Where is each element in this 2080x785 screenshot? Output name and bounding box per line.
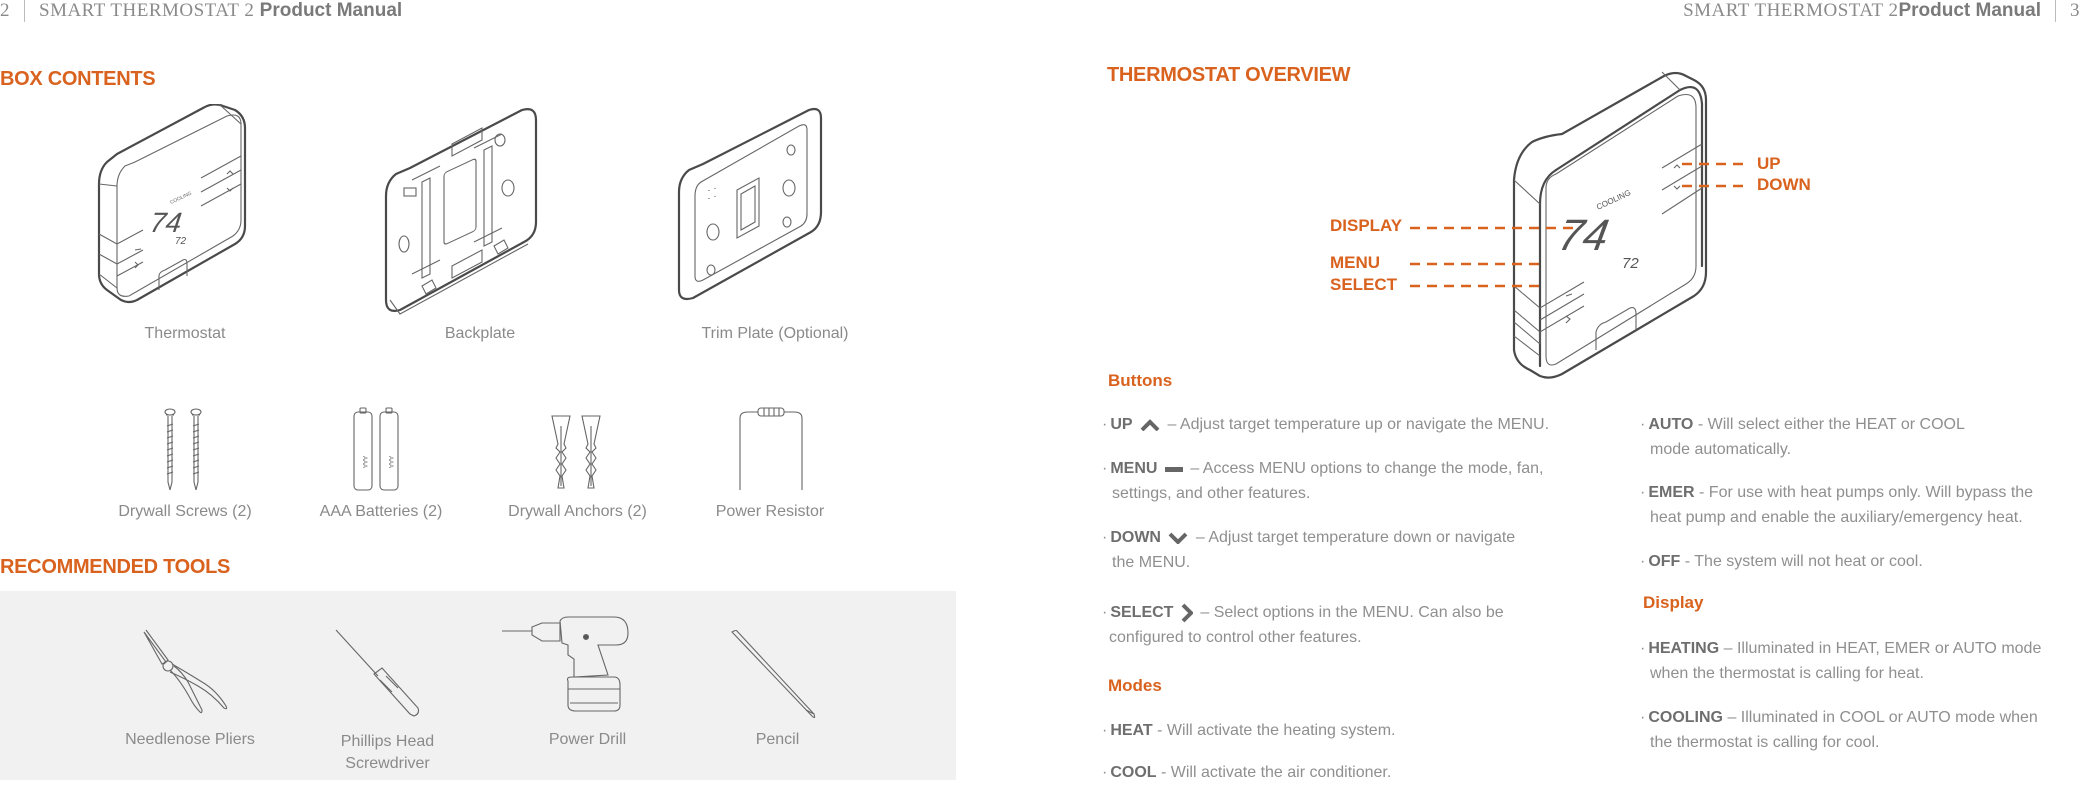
display-item-heating: · HEATING – Illuminated in HEAT, EMER or …: [1640, 640, 2042, 682]
modes-title: Modes: [1108, 676, 1162, 695]
page-number-left: 2: [0, 0, 10, 22]
resistor-icon: [739, 407, 803, 490]
button-item-down: · DOWN – Adjust target temperature down o…: [1102, 529, 1516, 571]
mode-desc: - Will select either the HEAT or COOL: [1697, 416, 1965, 433]
box-item-label: Drywall Anchors (2): [508, 503, 647, 520]
callout-up: UP: [1757, 154, 1781, 173]
callout-menu: MENU: [1330, 253, 1381, 272]
box-item-label: Power Resistor: [715, 503, 825, 520]
mode-desc: - The system will not heat or cool.: [1684, 553, 1923, 570]
backplate-icon: [384, 108, 538, 315]
mode-desc-cont: mode automatically.: [1650, 441, 1792, 458]
pencil-icon: [731, 630, 816, 719]
page-number-right: 3: [2070, 0, 2080, 22]
header-right: SMART THERMOSTAT 2Product Manual 3: [1683, 0, 2080, 22]
callout-select: SELECT: [1330, 275, 1398, 294]
mode-desc: - Will activate the heating system.: [1157, 722, 1396, 739]
mode-desc: - Will activate the air conditioner.: [1161, 764, 1392, 781]
display-desc-cont: when the thermostat is calling for heat.: [1650, 665, 1924, 682]
mode-name: AUTO: [1648, 416, 1694, 433]
tool-label: Power Drill: [548, 731, 627, 748]
mode-item-off: · OFF - The system will not heat or cool.: [1640, 553, 1923, 570]
box-item-label: Drywall Screws (2): [118, 503, 252, 520]
header-left: 2 SMART THERMOSTAT 2 Product Manual: [0, 0, 402, 22]
overview-current-temp: 72: [1622, 255, 1639, 272]
drill-icon: [502, 616, 629, 712]
thermostat-current-temp: 72: [175, 236, 187, 247]
chevron-right-icon: [1181, 603, 1193, 623]
display-desc: – Illuminated in HEAT, EMER or AUTO mode: [1723, 640, 2042, 657]
display-desc-cont: the thermostat is calling for cool.: [1650, 734, 1880, 751]
callout-display: DISPLAY: [1330, 216, 1403, 235]
minus-icon: [1164, 466, 1183, 472]
box-item-label: AAA Batteries (2): [319, 503, 443, 520]
button-desc-cont: the MENU.: [1112, 554, 1191, 571]
header-divider: [24, 0, 25, 22]
recommended-tools-title: RECOMMENDED TOOLS: [0, 556, 231, 578]
button-item-menu: · MENU – Access MENU options to change th…: [1102, 460, 1544, 502]
tool-label: Phillips Head Screwdriver: [310, 731, 465, 775]
thermostat-mode-text: COOLING: [169, 191, 193, 206]
button-desc: – Access MENU options to change the mode…: [1190, 460, 1544, 477]
mode-desc: - For use with heat pumps only. Will byp…: [1699, 484, 2034, 501]
tool-label-line2: Screwdriver: [345, 755, 430, 772]
buttons-title: Buttons: [1108, 371, 1173, 390]
pliers-icon: [143, 629, 228, 714]
header-title-bold: Product Manual: [259, 0, 403, 22]
overview-mode-text: COOLING: [1595, 188, 1632, 212]
tool-label: Pencil: [755, 731, 800, 748]
button-desc-cont: configured to control other features.: [1109, 629, 1362, 646]
display-name: COOLING: [1648, 709, 1723, 726]
button-item-select: · SELECT – Select options in the MENU. Ca…: [1102, 603, 1504, 646]
button-name: SELECT: [1110, 604, 1174, 621]
button-desc: – Adjust target temperature up or naviga…: [1167, 416, 1550, 433]
overview-target-temp: 74: [1555, 211, 1613, 260]
anchors-icon: [551, 415, 601, 489]
tool-label: Needlenose Pliers: [125, 731, 255, 748]
thermostat-overview-title: THERMOSTAT OVERVIEW: [1107, 64, 1351, 86]
mode-desc-cont: heat pump and enable the auxiliary/emerg…: [1650, 509, 2023, 526]
trim-plate-icon: [677, 107, 823, 301]
tool-label-line1: Phillips Head: [340, 733, 435, 750]
button-desc: – Adjust target temperature down or navi…: [1195, 529, 1516, 546]
button-desc: – Select options in the MENU. Can also b…: [1200, 604, 1504, 621]
display-title: Display: [1643, 593, 1704, 612]
display-name: HEATING: [1648, 640, 1720, 657]
mode-name: EMER: [1648, 484, 1695, 501]
mode-item-emer: · EMER - For use with heat pumps only. Wi…: [1640, 484, 2034, 526]
mode-name: HEAT: [1110, 722, 1153, 739]
box-contents-title: BOX CONTENTS: [0, 68, 156, 90]
box-item-label: Thermostat: [144, 325, 226, 342]
mode-item-cool: · COOL - Will activate the air conditione…: [1102, 764, 1392, 781]
screws-icon: [164, 408, 202, 490]
display-item-cooling: · COOLING – Illuminated in COOL or AUTO m…: [1640, 709, 2038, 751]
header-divider: [2055, 0, 2056, 22]
screwdriver-icon: [335, 629, 420, 717]
chevron-up-icon: [1140, 418, 1160, 431]
box-item-label: Trim Plate (Optional): [701, 325, 849, 342]
thermostat-overview-diagram: COOLING 74 72: [1410, 71, 1750, 379]
chevron-down-icon: [1169, 532, 1188, 544]
header-title: SMART THERMOSTAT 2: [1683, 0, 1899, 22]
header-title-bold: Product Manual: [1898, 0, 2041, 22]
battery-label: AAA: [387, 456, 393, 468]
mode-name: OFF: [1648, 553, 1681, 570]
mode-name: COOL: [1110, 764, 1157, 781]
thermostat-icon: COOLING 74 72: [97, 104, 247, 304]
display-desc: – Illuminated in COOL or AUTO mode when: [1727, 709, 2038, 726]
box-item-label: Backplate: [444, 325, 516, 342]
mode-item-auto: · AUTO - Will select either the HEAT or C…: [1640, 416, 1965, 458]
button-name: DOWN: [1110, 529, 1161, 546]
header-title: SMART THERMOSTAT 2: [39, 0, 255, 22]
batteries-icon: AAA AAA: [353, 407, 399, 491]
thermostat-target-temp: 74: [148, 207, 183, 238]
mode-item-heat: · HEAT - Will activate the heating system…: [1102, 722, 1396, 739]
callout-down: DOWN: [1757, 175, 1811, 194]
battery-label: AAA: [361, 456, 367, 468]
button-name: MENU: [1110, 460, 1158, 477]
button-name: UP: [1110, 416, 1133, 433]
button-item-up: · UP – Adjust target temperature up or na…: [1102, 416, 1550, 433]
button-desc-cont: settings, and other features.: [1112, 485, 1311, 502]
